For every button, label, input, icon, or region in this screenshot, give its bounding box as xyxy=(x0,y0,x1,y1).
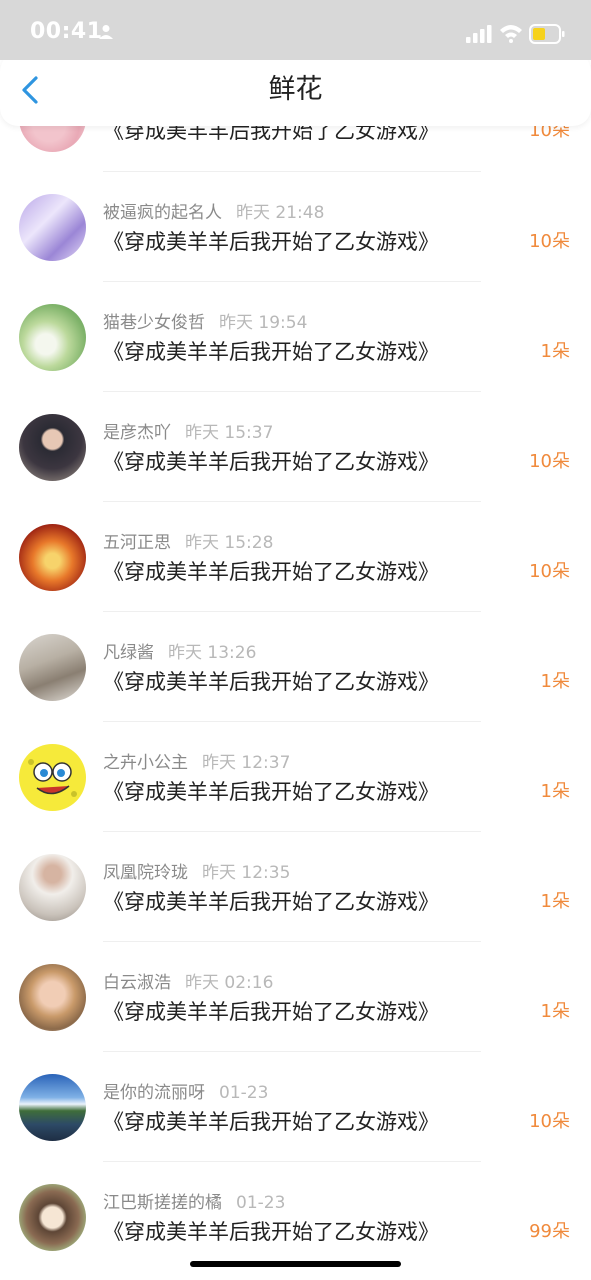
user-name[interactable]: 猫巷少女俊哲 xyxy=(103,313,205,333)
timestamp: 昨天 12:35 xyxy=(202,863,291,883)
user-meta: 江巴斯搓搓的橘 01-23 xyxy=(103,1191,285,1215)
signal-icon xyxy=(466,25,492,43)
timestamp: 昨天 13:26 xyxy=(168,643,257,663)
flower-count: 1朵 xyxy=(540,781,570,802)
user-name[interactable]: 是你的流丽呀 xyxy=(103,1083,205,1103)
user-avatar[interactable] xyxy=(19,964,86,1031)
battery-icon xyxy=(529,24,565,44)
user-meta: 白云淑浩 昨天 02:16 xyxy=(103,971,273,995)
user-avatar[interactable] xyxy=(19,414,86,481)
list-item[interactable]: 凤凰院玲珑 昨天 12:35 《穿成美羊羊后我开始了乙女游戏》 1朵 xyxy=(0,832,591,942)
book-title: 《穿成美羊羊后我开始了乙女游戏》 xyxy=(103,560,439,584)
user-meta: 是你的流丽呀 01-23 xyxy=(103,1081,268,1105)
header-bar: 鲜花 xyxy=(0,50,591,126)
list-item[interactable]: 之卉小公主 昨天 12:37 《穿成美羊羊后我开始了乙女游戏》 1朵 xyxy=(0,722,591,832)
user-avatar[interactable] xyxy=(19,634,86,701)
list-item[interactable]: 五河正思 昨天 15:28 《穿成美羊羊后我开始了乙女游戏》 10朵 xyxy=(0,502,591,612)
flower-count: 1朵 xyxy=(540,1001,570,1022)
timestamp: 01-23 xyxy=(236,1193,286,1213)
user-avatar[interactable] xyxy=(19,304,86,371)
user-avatar[interactable] xyxy=(19,524,86,591)
user-avatar[interactable] xyxy=(19,1184,86,1251)
wifi-icon xyxy=(500,25,522,43)
user-name[interactable]: 是彦杰吖 xyxy=(103,423,171,443)
status-time: 00:41 xyxy=(30,19,103,44)
user-avatar[interactable] xyxy=(19,1074,86,1141)
book-title: 《穿成美羊羊后我开始了乙女游戏》 xyxy=(103,1000,439,1024)
list-item[interactable]: 白云淑浩 昨天 02:16 《穿成美羊羊后我开始了乙女游戏》 1朵 xyxy=(0,942,591,1052)
flower-count: 10朵 xyxy=(529,561,570,582)
user-meta: 凤凰院玲珑 昨天 12:35 xyxy=(103,861,290,885)
list-item[interactable]: 猫巷少女俊哲 昨天 19:54 《穿成美羊羊后我开始了乙女游戏》 1朵 xyxy=(0,282,591,392)
book-title: 《穿成美羊羊后我开始了乙女游戏》 xyxy=(103,670,439,694)
flower-count: 99朵 xyxy=(529,1221,570,1242)
user-name[interactable]: 白云淑浩 xyxy=(103,973,171,993)
user-meta: 是彦杰吖 昨天 15:37 xyxy=(103,421,273,445)
user-name[interactable]: 五河正思 xyxy=(103,533,171,553)
list-item[interactable]: 江巴斯搓搓的橘 01-23 《穿成美羊羊后我开始了乙女游戏》 99朵 xyxy=(0,1162,591,1272)
user-name[interactable]: 之卉小公主 xyxy=(103,753,188,773)
timestamp: 昨天 19:54 xyxy=(219,313,308,333)
book-title: 《穿成美羊羊后我开始了乙女游戏》 xyxy=(103,780,439,804)
page-title: 鲜花 xyxy=(268,74,323,105)
sponge-face-image xyxy=(28,759,77,797)
book-title: 《穿成美羊羊后我开始了乙女游戏》 xyxy=(103,1110,439,1134)
list-item[interactable]: 是你的流丽呀 01-23 《穿成美羊羊后我开始了乙女游戏》 10朵 xyxy=(0,1052,591,1162)
user-name[interactable]: 江巴斯搓搓的橘 xyxy=(103,1193,222,1213)
timestamp: 01-23 xyxy=(219,1083,269,1103)
flower-count: 1朵 xyxy=(540,891,570,912)
flower-count: 10朵 xyxy=(529,231,570,252)
user-meta: 之卉小公主 昨天 12:37 xyxy=(103,751,290,775)
list-item[interactable]: 被逼疯的起名人 昨天 21:48 《穿成美羊羊后我开始了乙女游戏》 10朵 xyxy=(0,172,591,282)
book-title: 《穿成美羊羊后我开始了乙女游戏》 xyxy=(103,230,439,254)
timestamp: 昨天 21:48 xyxy=(236,203,325,223)
book-title: 《穿成美羊羊后我开始了乙女游戏》 xyxy=(103,1220,439,1244)
book-title: 《穿成美羊羊后我开始了乙女游戏》 xyxy=(103,890,439,914)
user-name[interactable]: 凡绿酱 xyxy=(103,643,154,663)
timestamp: 昨天 12:37 xyxy=(202,753,291,773)
user-meta: 五河正思 昨天 15:28 xyxy=(103,531,273,555)
user-meta: 凡绿酱 昨天 13:26 xyxy=(103,641,256,665)
flower-count: 1朵 xyxy=(540,671,570,692)
flower-count: 1朵 xyxy=(540,341,570,362)
user-avatar[interactable] xyxy=(19,744,86,811)
book-title: 《穿成美羊羊后我开始了乙女游戏》 xyxy=(103,340,439,364)
timestamp: 昨天 15:28 xyxy=(185,533,274,553)
user-meta: 猫巷少女俊哲 昨天 19:54 xyxy=(103,311,307,335)
timestamp: 昨天 02:16 xyxy=(185,973,274,993)
user-avatar[interactable] xyxy=(19,194,86,261)
user-meta: 被逼疯的起名人 昨天 21:48 xyxy=(103,201,324,225)
person-icon xyxy=(99,25,113,39)
user-name[interactable]: 被逼疯的起名人 xyxy=(103,203,222,223)
user-avatar[interactable] xyxy=(19,854,86,921)
book-title: 《穿成美羊羊后我开始了乙女游戏》 xyxy=(103,450,439,474)
flower-count: 10朵 xyxy=(529,451,570,472)
home-indicator[interactable] xyxy=(190,1261,401,1267)
flower-list[interactable]: 《穿成美羊羊后我开始了乙女游戏》 10朵 被逼疯的起名人 昨天 21:48 《穿成… xyxy=(0,0,591,1280)
flower-count: 10朵 xyxy=(529,1111,570,1132)
timestamp: 昨天 15:37 xyxy=(185,423,274,443)
user-name[interactable]: 凤凰院玲珑 xyxy=(103,863,188,883)
list-item[interactable]: 是彦杰吖 昨天 15:37 《穿成美羊羊后我开始了乙女游戏》 10朵 xyxy=(0,392,591,502)
list-item[interactable]: 凡绿酱 昨天 13:26 《穿成美羊羊后我开始了乙女游戏》 1朵 xyxy=(0,612,591,722)
status-bar: 00:41 xyxy=(0,0,591,60)
